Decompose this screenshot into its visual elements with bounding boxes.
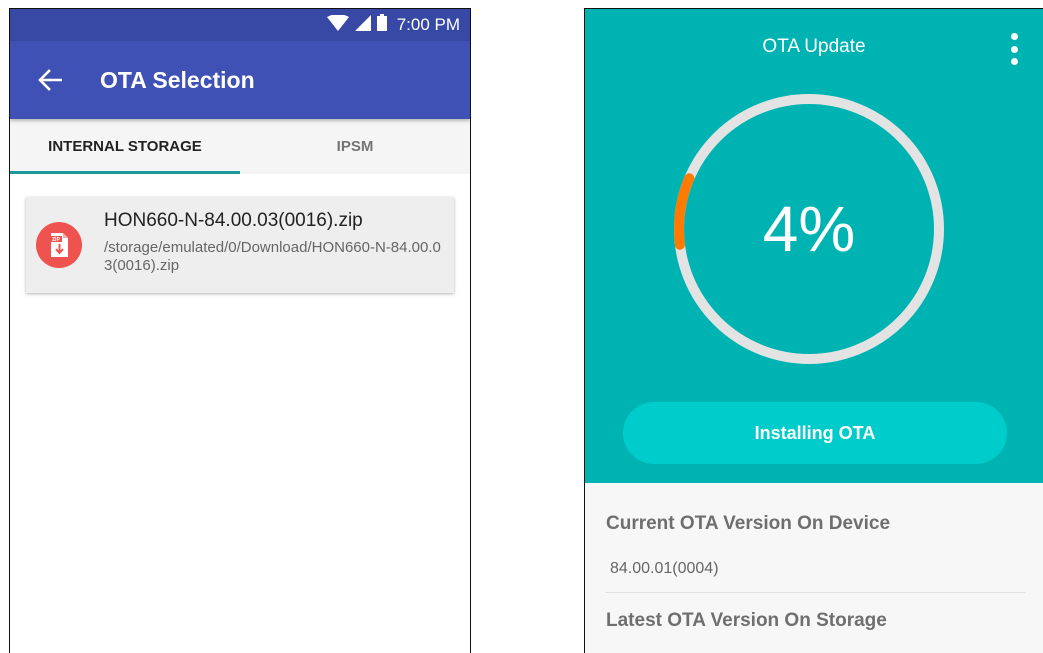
screen-title: OTA Update bbox=[762, 36, 866, 57]
file-list-item[interactable]: ZIP HON660-N-84.00.03(0016).zip /storage… bbox=[26, 197, 454, 293]
ota-selection-screen: 7:00 PM OTA Selection INTERNAL STORAGE I… bbox=[9, 8, 471, 653]
ota-update-screen: OTA Update 4% Installing OTA Current OTA… bbox=[584, 8, 1043, 653]
install-ota-button[interactable]: Installing OTA bbox=[623, 402, 1007, 464]
wifi-icon bbox=[326, 13, 349, 36]
current-version-label: Current OTA Version On Device bbox=[606, 513, 891, 534]
file-name: HON660-N-84.00.03(0016).zip bbox=[104, 210, 363, 231]
zip-file-icon: ZIP bbox=[36, 222, 82, 268]
latest-version-label: Latest OTA Version On Storage bbox=[606, 610, 887, 631]
version-info: Current OTA Version On Device 84.00.01(0… bbox=[585, 483, 1043, 653]
zip-badge-text: ZIP bbox=[52, 237, 60, 243]
more-vert-icon[interactable] bbox=[1007, 33, 1021, 65]
current-version-value: 84.00.01(0004) bbox=[610, 560, 719, 577]
status-time: 7:00 PM bbox=[396, 15, 460, 34]
back-button[interactable] bbox=[20, 50, 80, 110]
progress-panel: OTA Update 4% Installing OTA bbox=[585, 9, 1043, 483]
storage-tabs: INTERNAL STORAGE IPSM bbox=[10, 119, 470, 174]
tab-internal-storage[interactable]: INTERNAL STORAGE bbox=[10, 119, 240, 174]
cell-signal-icon bbox=[354, 14, 371, 36]
page-title: OTA Selection bbox=[100, 66, 255, 93]
progress-percent: 4% bbox=[762, 193, 856, 265]
battery-icon bbox=[376, 14, 387, 36]
divider bbox=[605, 592, 1025, 593]
app-bar: OTA Selection bbox=[10, 41, 470, 119]
file-path: /storage/emulated/0/Download/HON660-N-84… bbox=[104, 239, 441, 274]
tab-ipsm[interactable]: IPSM bbox=[240, 119, 470, 174]
arrow-left-icon bbox=[38, 69, 62, 91]
status-bar: 7:00 PM bbox=[10, 9, 470, 41]
